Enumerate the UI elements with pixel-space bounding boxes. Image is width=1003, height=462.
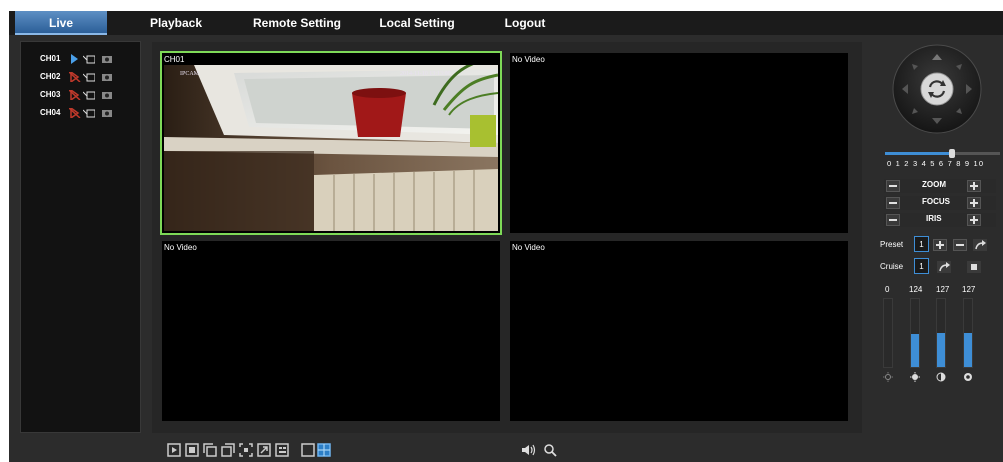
preset-goto-icon[interactable] — [973, 239, 987, 251]
speed-slider-thumb[interactable] — [949, 149, 955, 158]
nav-local-setting[interactable]: Local Setting — [371, 11, 463, 35]
hue-slider-fill — [964, 333, 972, 367]
stop-icon[interactable] — [69, 90, 81, 100]
video-tile[interactable]: CH01 IPCAM 2014-11-10 13:13:00 — [160, 51, 502, 235]
cruise-start-icon[interactable] — [937, 261, 951, 273]
iris-open-button[interactable] — [967, 214, 981, 226]
record-icon[interactable] — [83, 108, 95, 118]
focus-far-button[interactable] — [967, 197, 981, 209]
nav-logout[interactable]: Logout — [495, 11, 555, 35]
saturation-slider-fill — [937, 333, 945, 367]
tile-label: No Video — [512, 243, 545, 252]
speed-scale: 0 1 2 3 4 5 6 7 8 9 10 — [887, 159, 985, 168]
iris-label: IRIS — [926, 214, 942, 223]
play-all-icon[interactable] — [167, 443, 181, 457]
overlay-camera-name: IPCAM — [180, 71, 200, 77]
stop-all-icon[interactable] — [185, 443, 199, 457]
snapshot-icon[interactable] — [101, 72, 113, 82]
stop-icon[interactable] — [69, 108, 81, 118]
ptz-direction-pad[interactable] — [892, 44, 982, 134]
nav-live[interactable]: Live — [15, 11, 107, 35]
channel-name: CH01 — [40, 54, 61, 63]
channel-row[interactable]: CH03 — [21, 88, 140, 104]
channel-name: CH04 — [40, 108, 61, 117]
contrast-slider-fill — [911, 333, 919, 367]
cruise-stop-icon[interactable] — [967, 261, 981, 273]
nav-remote-setting[interactable]: Remote Setting — [247, 11, 347, 35]
fit-window-icon[interactable] — [239, 443, 253, 457]
snapshot-icon[interactable] — [101, 108, 113, 118]
zoom-in-button[interactable] — [967, 180, 981, 192]
video-tile[interactable]: No Video — [162, 241, 500, 421]
channel-row[interactable]: CH02 — [21, 70, 140, 86]
preset-input[interactable]: 1 — [914, 236, 929, 252]
snapshot-icon[interactable] — [101, 54, 113, 64]
saturation-slider[interactable] — [936, 298, 946, 368]
contrast-value: 124 — [909, 285, 923, 294]
preset-label: Preset — [880, 240, 904, 249]
tile-label: CH01 — [164, 55, 185, 64]
stop-icon[interactable] — [69, 72, 81, 82]
record-icon[interactable] — [83, 90, 95, 100]
tile-label: No Video — [512, 55, 545, 64]
channel-name: CH02 — [40, 72, 61, 81]
zoom-label: ZOOM — [922, 180, 946, 189]
top-nav-bar: Live Playback Remote Setting Local Setti… — [9, 11, 1003, 35]
hue-value: 127 — [962, 285, 976, 294]
zoom-out-button[interactable] — [886, 180, 900, 192]
record-icon[interactable] — [83, 72, 95, 82]
ptz-auto-button — [920, 72, 954, 106]
preset-delete-button[interactable] — [953, 239, 967, 251]
bottom-toolbar — [9, 436, 1003, 462]
channel-name: CH03 — [40, 90, 61, 99]
ptz-panel: 0 1 2 3 4 5 6 7 8 9 10 ZOOM FOCUS IRIS P… — [870, 36, 1003, 434]
focus-label: FOCUS — [922, 197, 950, 206]
tile-label: No Video — [164, 243, 197, 252]
saturation-icon — [936, 372, 946, 382]
speed-slider-track[interactable] — [885, 149, 1000, 158]
layout-options-icon[interactable] — [275, 443, 289, 457]
record-icon[interactable] — [83, 54, 95, 64]
channel-row[interactable]: CH04 — [21, 106, 140, 122]
hue-icon — [964, 373, 972, 381]
camera-image — [164, 65, 498, 231]
play-icon[interactable] — [69, 54, 81, 64]
video-tile[interactable]: No Video — [510, 53, 848, 233]
cruise-input[interactable]: 1 — [914, 258, 929, 274]
channel-row[interactable]: CH01 — [21, 52, 140, 68]
nav-playback[interactable]: Playback — [141, 11, 211, 35]
hue-slider[interactable] — [963, 298, 973, 368]
single-view-icon[interactable] — [301, 443, 315, 457]
quad-view-icon[interactable] — [317, 443, 331, 457]
overlay-timestamp: 2014-11-10 13:13:00 — [400, 71, 451, 77]
speed-slider-fill — [885, 152, 954, 155]
contrast-icon — [910, 372, 920, 382]
next-page-icon[interactable] — [221, 443, 235, 457]
brightness-slider[interactable] — [883, 298, 893, 368]
saturation-value: 127 — [936, 285, 950, 294]
fullscreen-icon[interactable] — [257, 443, 271, 457]
camera-feed: IPCAM 2014-11-10 13:13:00 — [164, 65, 498, 231]
iris-close-button[interactable] — [886, 214, 900, 226]
channel-list: CH01 CH02 CH03 CH04 — [20, 41, 141, 433]
zoom-search-icon[interactable] — [543, 443, 557, 457]
video-tile[interactable]: No Video — [510, 241, 848, 421]
snapshot-icon[interactable] — [101, 90, 113, 100]
focus-near-button[interactable] — [886, 197, 900, 209]
brightness-value: 0 — [885, 285, 890, 294]
cruise-label: Cruise — [880, 262, 904, 271]
brightness-icon — [883, 372, 893, 382]
video-grid: CH01 IPCAM 2014-11-10 13:13:00 No Video … — [152, 42, 862, 433]
contrast-slider[interactable] — [910, 298, 920, 368]
preset-add-button[interactable] — [933, 239, 947, 251]
previous-page-icon[interactable] — [203, 443, 217, 457]
volume-icon[interactable] — [521, 443, 537, 457]
